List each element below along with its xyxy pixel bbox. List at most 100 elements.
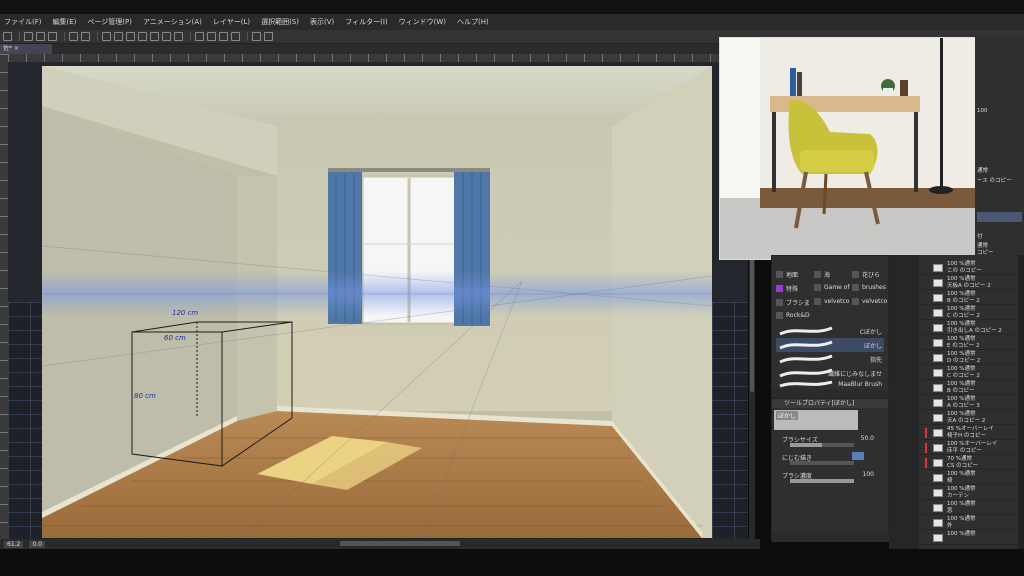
layer-row[interactable]: 100 %通常 この のコピー [919, 261, 1018, 275]
crop-icon[interactable] [150, 32, 159, 41]
menu-filter[interactable]: フィルター(I) [345, 17, 387, 27]
transform-icon[interactable] [126, 32, 135, 41]
layer-opacity[interactable]: 100 [977, 108, 1022, 118]
page-icon[interactable] [252, 32, 261, 41]
canvas-area[interactable]: 120 cm 60 cm 80 cm [8, 62, 748, 539]
canvas-horizontal-scrollbar[interactable] [340, 541, 460, 546]
layer-row[interactable]: 100 %通常 A のコピー 3 [919, 396, 1018, 410]
layer-label: 100 %通常 C のコピー 2 [947, 306, 980, 319]
layer-row[interactable]: 70 %通常 CS のコピー [919, 456, 1018, 470]
brush-item[interactable]: 指先 [776, 352, 884, 366]
canvas-tab[interactable]: 佐* × [0, 44, 52, 54]
menu-layer[interactable]: レイヤー(L) [213, 17, 250, 27]
layer-row[interactable]: 100 %通常 C のコピー 2 [919, 366, 1018, 380]
layer-name: 椅子H のコピー [947, 432, 986, 439]
brush-group[interactable]: brushes [852, 284, 886, 291]
deselect-icon[interactable] [138, 32, 147, 41]
tool-property-footer [772, 532, 890, 542]
brush-size-slider[interactable] [790, 443, 854, 447]
menu-selection[interactable]: 選択範囲(S) [261, 17, 299, 27]
layer-row[interactable]: 100 %通常 B のコピー 2 [919, 291, 1018, 305]
brush-size-row[interactable]: ブラシサイズ 50.0 [772, 434, 888, 452]
settings-icon[interactable] [264, 32, 273, 41]
density-value[interactable]: 100 [863, 471, 874, 478]
layer-row[interactable]: 100 %通常 引き出しA のコピー 2 [919, 321, 1018, 335]
save-icon[interactable] [48, 32, 57, 41]
snap-icon[interactable] [207, 32, 216, 41]
zoom-value[interactable]: 61.2 [4, 540, 24, 548]
expand-icon[interactable] [174, 32, 183, 41]
menu-page[interactable]: ページ管理(P) [87, 17, 132, 27]
layer-name: B のコピー 2 [947, 297, 980, 304]
undo-icon[interactable] [69, 32, 78, 41]
menu-view[interactable]: 表示(V) [310, 17, 334, 27]
menu-window[interactable]: ウィンドウ(W) [399, 17, 446, 27]
menu-file[interactable]: ファイル(F) [4, 17, 42, 27]
menu-help[interactable]: ヘルプ(H) [457, 17, 489, 27]
reference-photo[interactable] [719, 37, 976, 260]
layer-name: CS のコピー [947, 462, 979, 469]
blend-toggle[interactable] [852, 452, 864, 460]
brush-size-value[interactable]: 50.0 [861, 435, 874, 442]
angle-value[interactable]: 0.0 [29, 540, 45, 548]
brush-group[interactable]: 地面 [776, 270, 798, 279]
layer-row[interactable]: 100 %通常 C のコピー 2 [919, 306, 1018, 320]
invert-icon[interactable] [162, 32, 171, 41]
layer-mode: 100 %通常 [947, 291, 976, 297]
layer-row[interactable]: 45 %オーバーレイ 椅子H のコピー [919, 426, 1018, 440]
brush-group[interactable]: 花びら [852, 270, 880, 279]
brush-group[interactable]: ブラシま [776, 298, 810, 307]
layer-label: 100 %通常 天板A のコピー 2 [947, 276, 991, 289]
layer-row[interactable]: 100 %通常 E のコピー 2 [919, 336, 1018, 350]
brush-icon [852, 271, 859, 278]
layer-mode: 100 %通常 [947, 531, 976, 537]
layer-row[interactable]: 100 %通常 [919, 531, 1018, 545]
brush-group[interactable]: Game of [814, 284, 850, 291]
brush-group[interactable]: velvetco [852, 298, 887, 305]
layer-label: 100 %通常 B のコピー [947, 381, 975, 394]
open-file-icon[interactable] [36, 32, 45, 41]
menu-edit[interactable]: 編集(E) [53, 17, 77, 27]
layer-label: 100 %通常 E のコピー 2 [947, 336, 979, 349]
snap-grid-icon[interactable] [231, 32, 240, 41]
ruler-icon[interactable] [195, 32, 204, 41]
layer-mode: 100 %通常 [947, 336, 976, 342]
redo-icon[interactable] [81, 32, 90, 41]
layer-row[interactable]: 100 %通常外 [919, 516, 1018, 530]
brush-item-selected[interactable]: ぼかし [776, 338, 884, 352]
snap-special-icon[interactable] [219, 32, 228, 41]
clear-icon[interactable] [102, 32, 111, 41]
brush-group[interactable]: 海 [814, 270, 830, 279]
layer-row[interactable]: 100 %通常 天A のコピー 2 [919, 411, 1018, 425]
layer-row[interactable]: 100 %通常椅 [919, 471, 1018, 485]
layer-mode: 100 %オーバーレイ [947, 441, 998, 447]
blend-row[interactable]: にじむ描き [772, 452, 888, 470]
panel-scrollbar[interactable] [1018, 255, 1024, 549]
layer-label: 100 %通常 B のコピー 2 [947, 291, 980, 304]
layer-row[interactable]: 100 %通常 B のコピー [919, 381, 1018, 395]
layer-row[interactable]: 100 %通常 カーテン [919, 486, 1018, 500]
layer-item-selected[interactable] [977, 212, 1022, 222]
blend-slider[interactable] [790, 461, 854, 465]
density-slider[interactable] [790, 479, 854, 483]
layer-item[interactable]: 通常 [977, 166, 1022, 176]
brush-item[interactable]: Cぼかし [776, 324, 884, 338]
brush-group[interactable]: Rock&D [776, 312, 810, 319]
density-row[interactable]: ブラシ濃度 100 [772, 470, 888, 488]
app-icon[interactable] [3, 32, 12, 41]
fill-icon[interactable] [114, 32, 123, 41]
layer-row[interactable]: 100 %オーバーレイ 床平 のコピー [919, 441, 1018, 455]
toolbar-separator [247, 32, 248, 41]
menu-animation[interactable]: アニメーション(A) [143, 17, 202, 27]
brush-group-special[interactable]: 特殊 [776, 284, 798, 293]
new-file-icon[interactable] [24, 32, 33, 41]
layer-row[interactable]: 100 %通常 D のコピー 2 [919, 351, 1018, 365]
layer-row[interactable]: 100 %通常窓 [919, 501, 1018, 515]
layer-item[interactable]: ース のコピー [977, 176, 1022, 186]
room-illustration[interactable]: 120 cm 60 cm 80 cm [42, 66, 712, 538]
layer-label: 100 %通常 C のコピー 2 [947, 366, 980, 379]
layer-label: 100 %通常 D のコピー 2 [947, 351, 980, 364]
layer-row[interactable]: 100 %通常 天板A のコピー 2 [919, 276, 1018, 290]
layer-mode: 100 %通常 [947, 501, 976, 507]
brush-group[interactable]: velvetco [814, 298, 849, 305]
